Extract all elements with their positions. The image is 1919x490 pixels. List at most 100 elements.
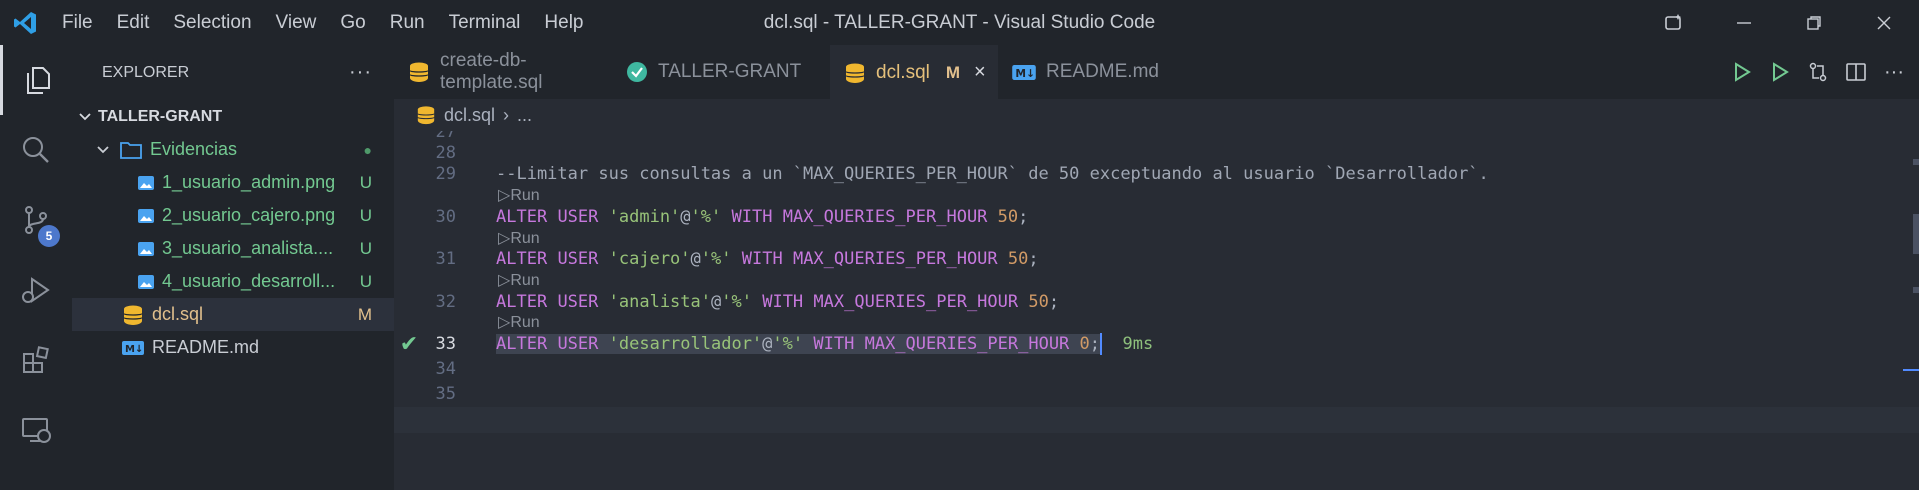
workspace-root[interactable]: TALLER-GRANT [72,100,394,133]
tab-taller-grant[interactable]: TALLER-GRANT [612,45,830,99]
compare-changes-icon[interactable] [1803,57,1833,87]
explorer-panel: EXPLORER ··· TALLER-GRANT Evidencias ● 1… [72,45,394,490]
close-window-icon[interactable] [1849,0,1919,45]
file-status: U [359,172,372,192]
run-query-icon[interactable] [1727,57,1757,87]
database-icon [844,62,866,84]
menu-run[interactable]: Run [378,0,437,45]
menu-terminal[interactable]: Terminal [437,0,533,45]
file-item[interactable]: 1_usuario_admin.png U [72,166,394,199]
code-line: ALTER USER 'analista'@'%' WITH MAX_QUERI… [496,292,1060,312]
chevron-down-icon [78,110,92,124]
file-label: 2_usuario_cajero.png [162,205,336,225]
title-bar: File Edit Selection View Go Run Terminal… [0,0,1919,45]
folder-label: Evidencias [150,139,238,159]
run-debug-icon[interactable] [0,255,72,325]
svg-text:M↓: M↓ [125,344,143,355]
source-control-icon[interactable]: 5 [0,185,72,255]
tab-modified-badge: M [945,62,961,82]
code-line: ALTER USER 'cajero'@'%' WITH MAX_QUERIES… [496,249,1039,269]
code-line-current: ALTER USER 'desarrollador'@'%' WITH MAX_… [496,333,1154,355]
database-icon [408,61,430,83]
file-item-dcl[interactable]: dcl.sql M [72,298,394,331]
codelens-run[interactable]: ▷Run [498,186,540,206]
database-icon [416,105,436,125]
file-status: U [359,238,372,258]
explorer-title: EXPLORER [102,63,190,81]
search-icon[interactable] [0,115,72,185]
tab-readme[interactable]: M↓ README.md [998,45,1178,99]
file-label: dcl.sql [152,304,204,324]
tab-dcl-sql[interactable]: dcl.sql M × [830,45,998,99]
folder-icon [120,141,142,159]
tab-create-db-template[interactable]: create-db-template.sql [394,45,612,99]
menu-go[interactable]: Go [328,0,377,45]
line-number: 34 [435,359,456,379]
editor-actions: ··· [1727,45,1909,99]
scrollbar-marker [1913,287,1919,293]
scrollbar-marker [1913,214,1919,254]
file-item-readme[interactable]: M↓ README.md [72,331,394,364]
restore-icon[interactable] [1779,0,1849,45]
text-cursor [1100,333,1103,355]
line-number: 35 [435,384,456,404]
menu-selection[interactable]: Selection [161,0,263,45]
file-item[interactable]: 3_usuario_analista.... U [72,232,394,265]
line-number: 31 [435,249,456,269]
split-editor-icon[interactable] [1841,57,1871,87]
explorer-icon[interactable] [0,45,72,115]
menu-view[interactable]: View [264,0,329,45]
window-controls [1639,0,1919,45]
codelens-run[interactable]: ▷Run [498,271,540,291]
tab-label: README.md [1046,61,1159,82]
remote-explorer-icon[interactable] [0,395,72,465]
copilot-icon[interactable] [1639,0,1709,45]
image-file-icon [138,208,154,223]
code-content: --Limitar sus consultas a un `MAX_QUERIE… [496,99,1919,490]
play-outline-icon: ▷ [498,314,511,331]
code-comment: --Limitar sus consultas a un `MAX_QUERIE… [496,164,1489,184]
file-status: M [357,304,372,324]
file-label: 1_usuario_admin.png [162,172,336,192]
tab-label: TALLER-GRANT [658,61,802,82]
folder-status-dot: ● [363,141,372,158]
scrollbar-cursor-marker [1903,369,1919,371]
image-file-icon [138,274,154,289]
breadcrumb-file[interactable]: dcl.sql [444,105,495,126]
run-all-icon[interactable] [1765,57,1795,87]
code-editor[interactable]: 27 28 29 30 31 32 33 34 35 --Limitar sus… [394,99,1919,490]
folder-evidencias[interactable]: Evidencias ● [72,133,394,166]
file-item[interactable]: 4_usuario_desarroll... U [72,265,394,298]
markdown-icon: M↓ [1012,64,1036,80]
more-actions-icon[interactable]: ··· [349,61,372,84]
menu-file[interactable]: File [50,0,105,45]
execution-time: 9ms [1122,334,1154,354]
scrollbar-marker [1913,159,1919,165]
breadcrumb: dcl.sql › ... [394,99,1919,131]
minimize-icon[interactable] [1709,0,1779,45]
image-file-icon [138,241,154,256]
chevron-down-icon [96,143,110,157]
more-actions-icon[interactable]: ··· [1879,57,1909,87]
menu-edit[interactable]: Edit [105,0,162,45]
file-status: U [359,205,372,225]
codelens-run[interactable]: ▷Run [498,313,540,333]
breadcrumb-symbol[interactable]: ... [517,105,532,126]
workspace-root-label: TALLER-GRANT [98,107,223,125]
code-line: ALTER USER 'admin'@'%' WITH MAX_QUERIES_… [496,207,1029,227]
play-outline-icon: ▷ [498,272,511,289]
database-icon [122,304,144,326]
markdown-icon: M↓ [122,340,144,355]
explorer-header: EXPLORER ··· [72,45,394,100]
menu-help[interactable]: Help [532,0,595,45]
file-item[interactable]: 2_usuario_cajero.png U [72,199,394,232]
success-check-icon: ✔ [399,331,419,356]
vscode-logo-icon [0,0,50,45]
scm-badge: 5 [38,225,60,247]
editor-gutter: 27 28 29 30 31 32 33 34 35 [394,99,494,490]
close-tab-icon[interactable]: × [974,61,986,84]
play-outline-icon: ▷ [498,187,511,204]
file-label: README.md [152,337,260,357]
check-circle-icon [626,61,648,83]
extensions-icon[interactable] [0,325,72,395]
